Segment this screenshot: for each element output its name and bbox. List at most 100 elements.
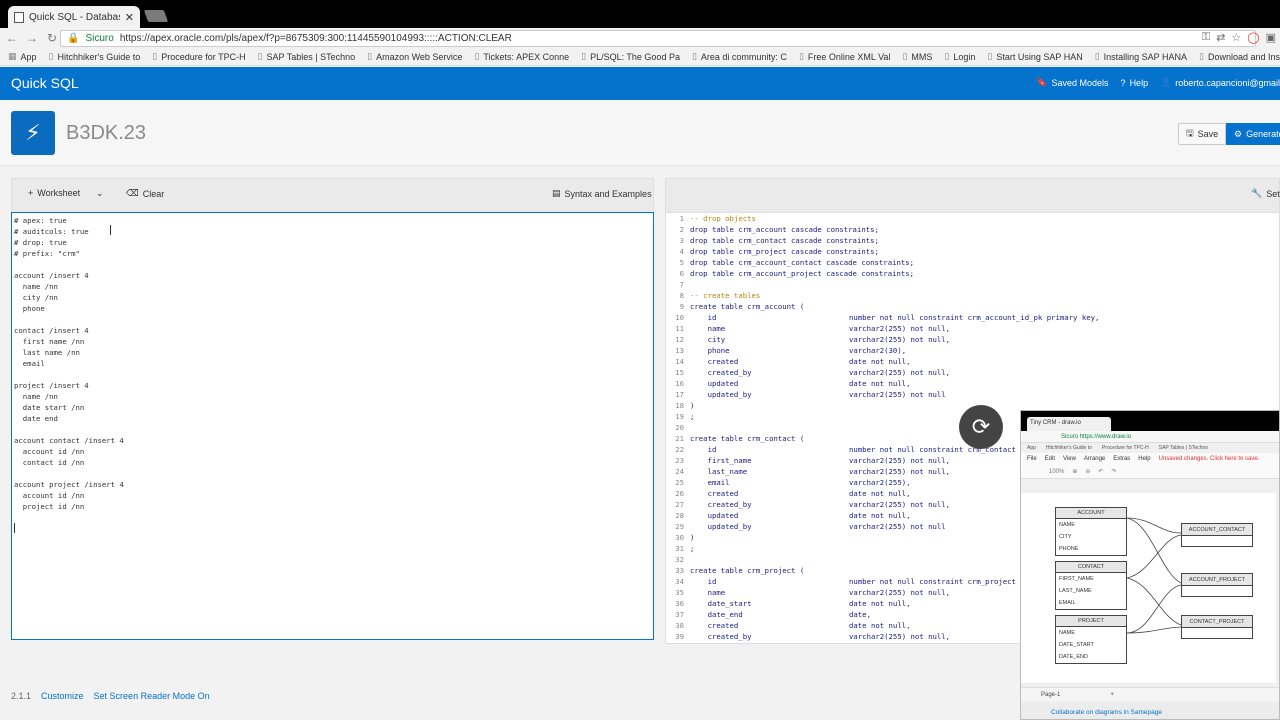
translate-icon[interactable]: ⇄ <box>1216 31 1225 44</box>
line-number: 37 <box>675 610 684 619</box>
clear-button[interactable]: ⌫ Clear <box>126 188 164 199</box>
zoom-in-icon[interactable]: ⊕ <box>1072 468 1077 475</box>
browser-tab-quick-sql[interactable]: Quick SQL - Database To ✕ <box>8 6 140 28</box>
bookmark-item[interactable]: ▯ Procedure for TPC-H <box>152 51 245 62</box>
output-line: 6 drop table crm_account_project cascade … <box>666 268 1279 279</box>
customize-link[interactable]: Customize <box>41 691 84 701</box>
relation-box[interactable]: ACCOUNT_CONTACT <box>1181 523 1253 547</box>
worksheet-menu-button[interactable]: ⌄ <box>96 188 104 199</box>
bookmark-item[interactable]: ▯ MMS <box>902 51 932 62</box>
bookmarks-bar: ▦ App ▯ Hitchhiker's Guide to ▯ Procedure for… <box>0 48 1280 66</box>
output-line: 5 drop table crm_account_contact cascade … <box>666 257 1279 268</box>
forward-icon[interactable]: → <box>24 31 40 45</box>
refresh-icon[interactable]: ⟳ <box>959 405 1003 449</box>
back-icon[interactable]: ← <box>4 31 20 45</box>
page-icon: ▯ <box>474 51 480 61</box>
output-line: 14 created date not null, <box>666 356 1279 367</box>
code-text: updated <box>690 379 739 388</box>
pip-menu-item[interactable]: Extras <box>1113 456 1130 462</box>
address-bar[interactable]: 🔒 Sicuro https://apex.oracle.com/pls/ape… <box>60 30 1256 47</box>
bookmark-item[interactable]: ▯ Area di community: C <box>692 51 787 62</box>
page-icon: ▯ <box>367 51 373 61</box>
undo-icon[interactable]: ↶ <box>1098 468 1103 475</box>
unsaved-warning[interactable]: Unsaved changes. Click here to save. <box>1159 456 1260 462</box>
pip-tab-title[interactable]: Tiny CRM - draw.io <box>1027 417 1111 431</box>
bookmark-item[interactable]: ▯Download and Instal <box>1199 51 1280 62</box>
bookmark-item[interactable]: ▯ Amazon Web Service <box>367 51 462 62</box>
reload-icon[interactable]: ↻ <box>44 31 60 45</box>
save-button[interactable]: 🖫 Save <box>1178 123 1227 145</box>
bookmark-item[interactable]: ▯ Hitchhiker's Guide to <box>49 51 141 62</box>
column-type: varchar2(255) not null <box>849 390 946 399</box>
entity-field: NAME <box>1059 630 1075 636</box>
line-number: 10 <box>675 313 684 322</box>
screen-reader-link[interactable]: Set Screen Reader Mode On <box>94 691 210 701</box>
new-tab-button[interactable] <box>143 10 169 22</box>
extension-icon[interactable]: ▣ <box>1266 31 1276 44</box>
bookmark-item[interactable]: ▯ SAP Tables | STechno <box>258 51 356 62</box>
pip-menu-item[interactable]: Help <box>1138 456 1150 462</box>
editor-line: date start /nn <box>14 403 85 412</box>
bookmark-item[interactable]: ▯ Login <box>944 51 975 62</box>
bookmark-item[interactable]: ▯ Installing SAP HANA <box>1095 51 1187 62</box>
pip-bookmark[interactable]: Hitchhiker's Guide to <box>1046 445 1092 451</box>
pip-menu-item[interactable]: File <box>1027 456 1037 462</box>
page-icon: ▯ <box>1199 51 1204 61</box>
help-label: Help <box>1129 77 1149 88</box>
bookmark-item[interactable]: ▦ App <box>8 51 37 62</box>
bookmark-item[interactable]: ▯ Start Using SAP HAN <box>987 51 1082 62</box>
code-text: created_by <box>690 368 752 377</box>
drawio-overlay-window[interactable]: Tiny CRM - draw.io Sicuro https://www.dr… <box>1020 410 1280 720</box>
pip-bookmark[interactable]: Procedure for TPC-H <box>1102 445 1149 451</box>
help-link[interactable]: ? Help <box>1121 77 1149 88</box>
column-type: varchar2(255) not null, <box>849 467 951 476</box>
pip-address-bar[interactable]: Sicuro https://www.draw.io <box>1021 431 1279 443</box>
pip-menu-item[interactable]: Edit <box>1045 456 1055 462</box>
pip-menu-item[interactable]: Arrange <box>1084 456 1105 462</box>
entity-name: PROJECT <box>1056 616 1126 627</box>
worksheet-button[interactable]: + Worksheet <box>28 188 80 198</box>
saved-models-link[interactable]: 🔖 Saved Models <box>1036 77 1108 88</box>
column-type: varchar2(255) not null, <box>849 588 951 597</box>
editor-line: date end <box>14 414 58 423</box>
chevron-down-icon: ⌄ <box>96 188 104 198</box>
pip-bookmark[interactable]: SAP Tables | STechno <box>1159 445 1208 451</box>
relation-box[interactable]: ACCOUNT_PROJECT <box>1181 573 1253 597</box>
pip-zoom[interactable]: 100% <box>1049 469 1064 475</box>
document-icon: ▤ <box>552 188 561 198</box>
quick-sql-editor[interactable]: # apex: true # auditcols: true # drop: tru… <box>11 212 654 640</box>
opera-icon[interactable]: ◯ <box>1247 31 1259 44</box>
entity-box[interactable]: CONTACT FIRST_NAME LAST_NAME EMAIL <box>1055 561 1127 610</box>
settings-label: Setti <box>1266 188 1280 199</box>
column-type: varchar2(255) not null, <box>849 335 951 344</box>
code-text: drop table crm_account_project cascade c… <box>690 269 915 278</box>
pip-menu-item[interactable]: View <box>1063 456 1076 462</box>
column-type: date not null, <box>849 599 911 608</box>
bookmark-item[interactable]: ▯ Tickets: APEX Conne <box>474 51 569 62</box>
close-tab-icon[interactable]: ✕ <box>125 11 134 24</box>
redo-icon[interactable]: ↷ <box>1111 468 1116 475</box>
entity-box[interactable]: ACCOUNT NAME CITY PHONE <box>1055 507 1127 556</box>
diagram-canvas[interactable]: ACCOUNT NAME CITY PHONE CONTACT FIRST_NAME LAS… <box>1021 493 1276 683</box>
editor-line: # drop: true <box>14 238 67 247</box>
code-text: created <box>690 357 739 366</box>
key-icon[interactable]: ⚿ <box>1202 31 1210 44</box>
app-brand[interactable]: Quick SQL <box>11 75 79 91</box>
relation-box[interactable]: CONTACT_PROJECT <box>1181 615 1253 639</box>
generate-button[interactable]: ⚙ Generate <box>1226 123 1280 145</box>
bookmark-item[interactable]: ▯ PL/SQL: The Good Pa <box>581 51 680 62</box>
code-text: drop table crm_project cascade constrain… <box>690 247 879 256</box>
syntax-examples-button[interactable]: ▤ Syntax and Examples <box>552 188 652 199</box>
zoom-out-icon[interactable]: ⊖ <box>1085 468 1090 475</box>
editor-line: account project /insert 4 <box>14 480 124 489</box>
entity-box[interactable]: PROJECT NAME DATE_START DATE_END <box>1055 615 1127 664</box>
editor-line: contact id /nn <box>14 458 85 467</box>
page-icon: ▯ <box>987 51 993 61</box>
editor-line: contact /insert 4 <box>14 326 89 335</box>
line-number: 11 <box>675 324 684 333</box>
user-menu[interactable]: 👤 roberto.capancioni@gmail <box>1160 77 1280 88</box>
bookmark-item[interactable]: ▯ Free Online XML Val <box>799 51 891 62</box>
star-icon[interactable]: ☆ <box>1231 31 1241 44</box>
pip-bookmark[interactable]: App <box>1027 445 1036 451</box>
settings-button[interactable]: 🔧 Setti <box>1251 188 1280 199</box>
